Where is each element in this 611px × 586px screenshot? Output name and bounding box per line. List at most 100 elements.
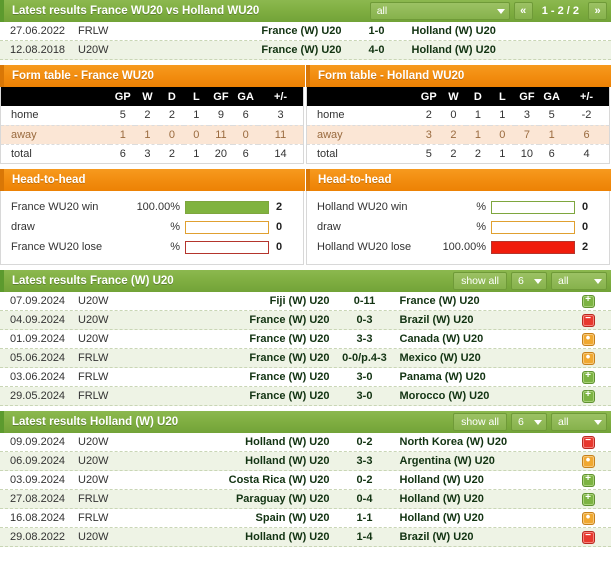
head-to-head-count: 0	[582, 201, 589, 213]
draw-result-icon: •	[581, 510, 595, 525]
chevron-down-icon	[534, 278, 542, 284]
match-score: 3-3	[356, 455, 373, 467]
form-col-GP: GP	[110, 87, 136, 106]
match-score: 1-4	[356, 531, 373, 543]
latest-results-holland-section: Latest results Holland (W) U20 show all …	[0, 411, 611, 547]
form-col-GF: GF	[514, 87, 540, 106]
match-date: 27.08.2024	[10, 493, 66, 505]
form-col-D: D	[159, 87, 185, 106]
match-away-team: Panama (W) U20	[399, 371, 486, 383]
table-row[interactable]: 16.08.2024 FRLW Spain (W) U20 1-1 Holland (W…	[0, 509, 611, 528]
table-row[interactable]: 06.09.2024 U20W Holland (W) U20 3-3 Argentin…	[0, 452, 611, 471]
h2h-section-title: Latest results France WU20 vs Holland WU…	[12, 5, 260, 17]
form-table-holland-table: GP W D L GF GA +/- home 2 0 1 1 3 5 -2 away 3 2 1 0 7 1 6 total…	[307, 87, 609, 163]
table-row[interactable]: 04.09.2024 U20W France (W) U20 0-3 Brazil (W…	[0, 311, 611, 330]
head-to-head-bar	[185, 200, 269, 214]
page-root: Latest results France WU20 vs Holland WU…	[0, 0, 611, 586]
form-table-holland-title: Form table - Holland WU20	[318, 70, 465, 82]
form-cell-W: 0	[441, 106, 466, 126]
match-away-team: Brazil (W) U20	[399, 531, 474, 543]
match-result-cell: +	[565, 389, 611, 403]
latest-france-title: Latest results France (W) U20	[12, 275, 174, 287]
form-table-holland: Form table - Holland WU20 GP W D L GF GA +/- ho…	[306, 65, 611, 164]
form-cell-W: 2	[450, 147, 457, 160]
table-row[interactable]: 03.06.2024 FRLW France (W) U20 3-0 Panama (W…	[0, 368, 611, 387]
form-col-W: W	[135, 87, 160, 106]
latest-france-filter-select[interactable]: all	[551, 272, 607, 290]
head-to-head-bar	[491, 240, 575, 254]
h2h-pager-text: 1 - 2 / 2	[541, 5, 579, 17]
table-row[interactable]: 05.06.2024 FRLW France (W) U20 0-0/p.4-3 Mex…	[0, 349, 611, 368]
match-result-cell: +	[565, 473, 611, 487]
table-row[interactable]: 12.08.2018 U20W France (W) U20 4-0 Holland (…	[0, 41, 611, 60]
form-col-W: W	[441, 87, 466, 106]
h2h-filter-select[interactable]: all	[369, 2, 510, 20]
match-home-team: Fiji (W) U20	[269, 295, 330, 307]
head-to-head-label: Holland WU20 win	[317, 201, 408, 213]
h2h-prev-button[interactable]: «	[513, 2, 533, 20]
match-home-team: Spain (W) U20	[255, 512, 330, 524]
latest-holland-filter-select[interactable]: all	[551, 413, 607, 431]
h2h-next-button[interactable]: »	[588, 2, 607, 20]
head-to-head-percent: %	[170, 221, 180, 233]
form-col-GP: GP	[416, 87, 442, 106]
form-cell-D: 0	[159, 125, 185, 145]
form-table-holland-header: Form table - Holland WU20	[306, 65, 611, 87]
head-to-head-france-title: Head-to-head	[12, 174, 86, 186]
latest-france-show-all-button[interactable]: show all	[453, 272, 507, 290]
match-score: 3-0	[356, 371, 373, 383]
match-home-team: France (W) U20	[261, 44, 342, 56]
chevron-down-icon	[594, 419, 602, 425]
form-cell-W: 2	[135, 106, 160, 126]
match-league: FRLW	[78, 25, 109, 37]
form-table-row: home 5 2 2 1 9 6 3	[1, 106, 303, 126]
match-date: 07.09.2024	[10, 295, 66, 307]
form-tables-row: Form table - France WU20 GP W D L GF GA +/- hom…	[0, 65, 611, 164]
head-to-head-row: Holland WU20 win% 0	[317, 197, 601, 217]
win-result-icon: +	[581, 492, 595, 506]
table-row[interactable]: 27.08.2024 FRLW Paraguay (W) U20 0-4 Holland…	[0, 490, 611, 509]
form-cell-+/-: 4	[583, 147, 590, 160]
latest-holland-count-select[interactable]: 6	[511, 413, 547, 431]
form-table-france-table: GP W D L GF GA +/- home 5 2 2 1 9 6 3 away 1 1 0 0 11 0 11 tota…	[1, 87, 303, 163]
match-score: 4-0	[368, 44, 385, 56]
form-cell-W: 3	[144, 147, 151, 160]
form-cell-L: 1	[490, 106, 515, 126]
form-cell-GP: 6	[119, 147, 126, 160]
table-row[interactable]: 09.09.2024 U20W Holland (W) U20 0-2 North Ko…	[0, 433, 611, 452]
h2h-latest-results-section: Latest results France WU20 vs Holland WU…	[0, 0, 611, 60]
draw-result-icon: •	[581, 350, 595, 365]
match-away-team: Holland (W) U20	[411, 44, 496, 56]
head-to-head-row: France WU20 lose% 0	[11, 237, 295, 257]
head-to-head-bar-fill	[186, 201, 268, 213]
head-to-head-holland-header: Head-to-head	[306, 169, 611, 191]
head-to-head-holland-bars: Holland WU20 win% 0 draw% 0 Holland WU20 los…	[306, 191, 610, 265]
draw-result-icon: •	[581, 331, 595, 346]
form-cell-L: 1	[193, 147, 200, 160]
match-date: 03.09.2024	[10, 474, 66, 486]
latest-france-count-select[interactable]: 6	[511, 272, 547, 290]
latest-holland-show-all-button[interactable]: show all	[453, 413, 507, 431]
table-row[interactable]: 27.06.2022 FRLW France (W) U20 1-0 Holland (…	[0, 22, 611, 41]
match-away-team: France (W) U20	[399, 295, 480, 307]
table-row[interactable]: 29.08.2022 U20W Holland (W) U20 1-4 Brazil (…	[0, 528, 611, 547]
latest-holland-header-bar: Latest results Holland (W) U20 show all …	[0, 411, 611, 433]
form-cell-GP: 2	[416, 106, 442, 126]
match-result-cell: •	[565, 453, 611, 468]
lose-result-icon: −	[581, 313, 595, 327]
form-cell-+/-: 6	[564, 125, 609, 145]
form-cell-GA: 0	[233, 125, 259, 145]
table-row[interactable]: 29.05.2024 FRLW France (W) U20 3-0 Morocco (…	[0, 387, 611, 406]
table-row[interactable]: 01.09.2024 U20W France (W) U20 3-3 Canada (W…	[0, 330, 611, 349]
form-cell-GP: 3	[416, 125, 442, 145]
h2h-header-controls: all « 1 - 2 / 2 »	[369, 2, 607, 20]
table-row[interactable]: 03.09.2024 U20W Costa Rica (W) U20 0-2 Holla…	[0, 471, 611, 490]
match-league: FRLW	[78, 390, 109, 402]
match-score: 0-11	[353, 295, 376, 307]
table-row[interactable]: 07.09.2024 U20W Fiji (W) U20 0-11 France (W)…	[0, 292, 611, 311]
match-score: 0-2	[356, 436, 373, 448]
form-cell-GA: 6	[242, 147, 249, 160]
head-to-head-row: draw% 0	[317, 217, 601, 237]
head-to-head-holland-title: Head-to-head	[318, 174, 392, 186]
h2h-filter-value: all	[376, 5, 388, 17]
